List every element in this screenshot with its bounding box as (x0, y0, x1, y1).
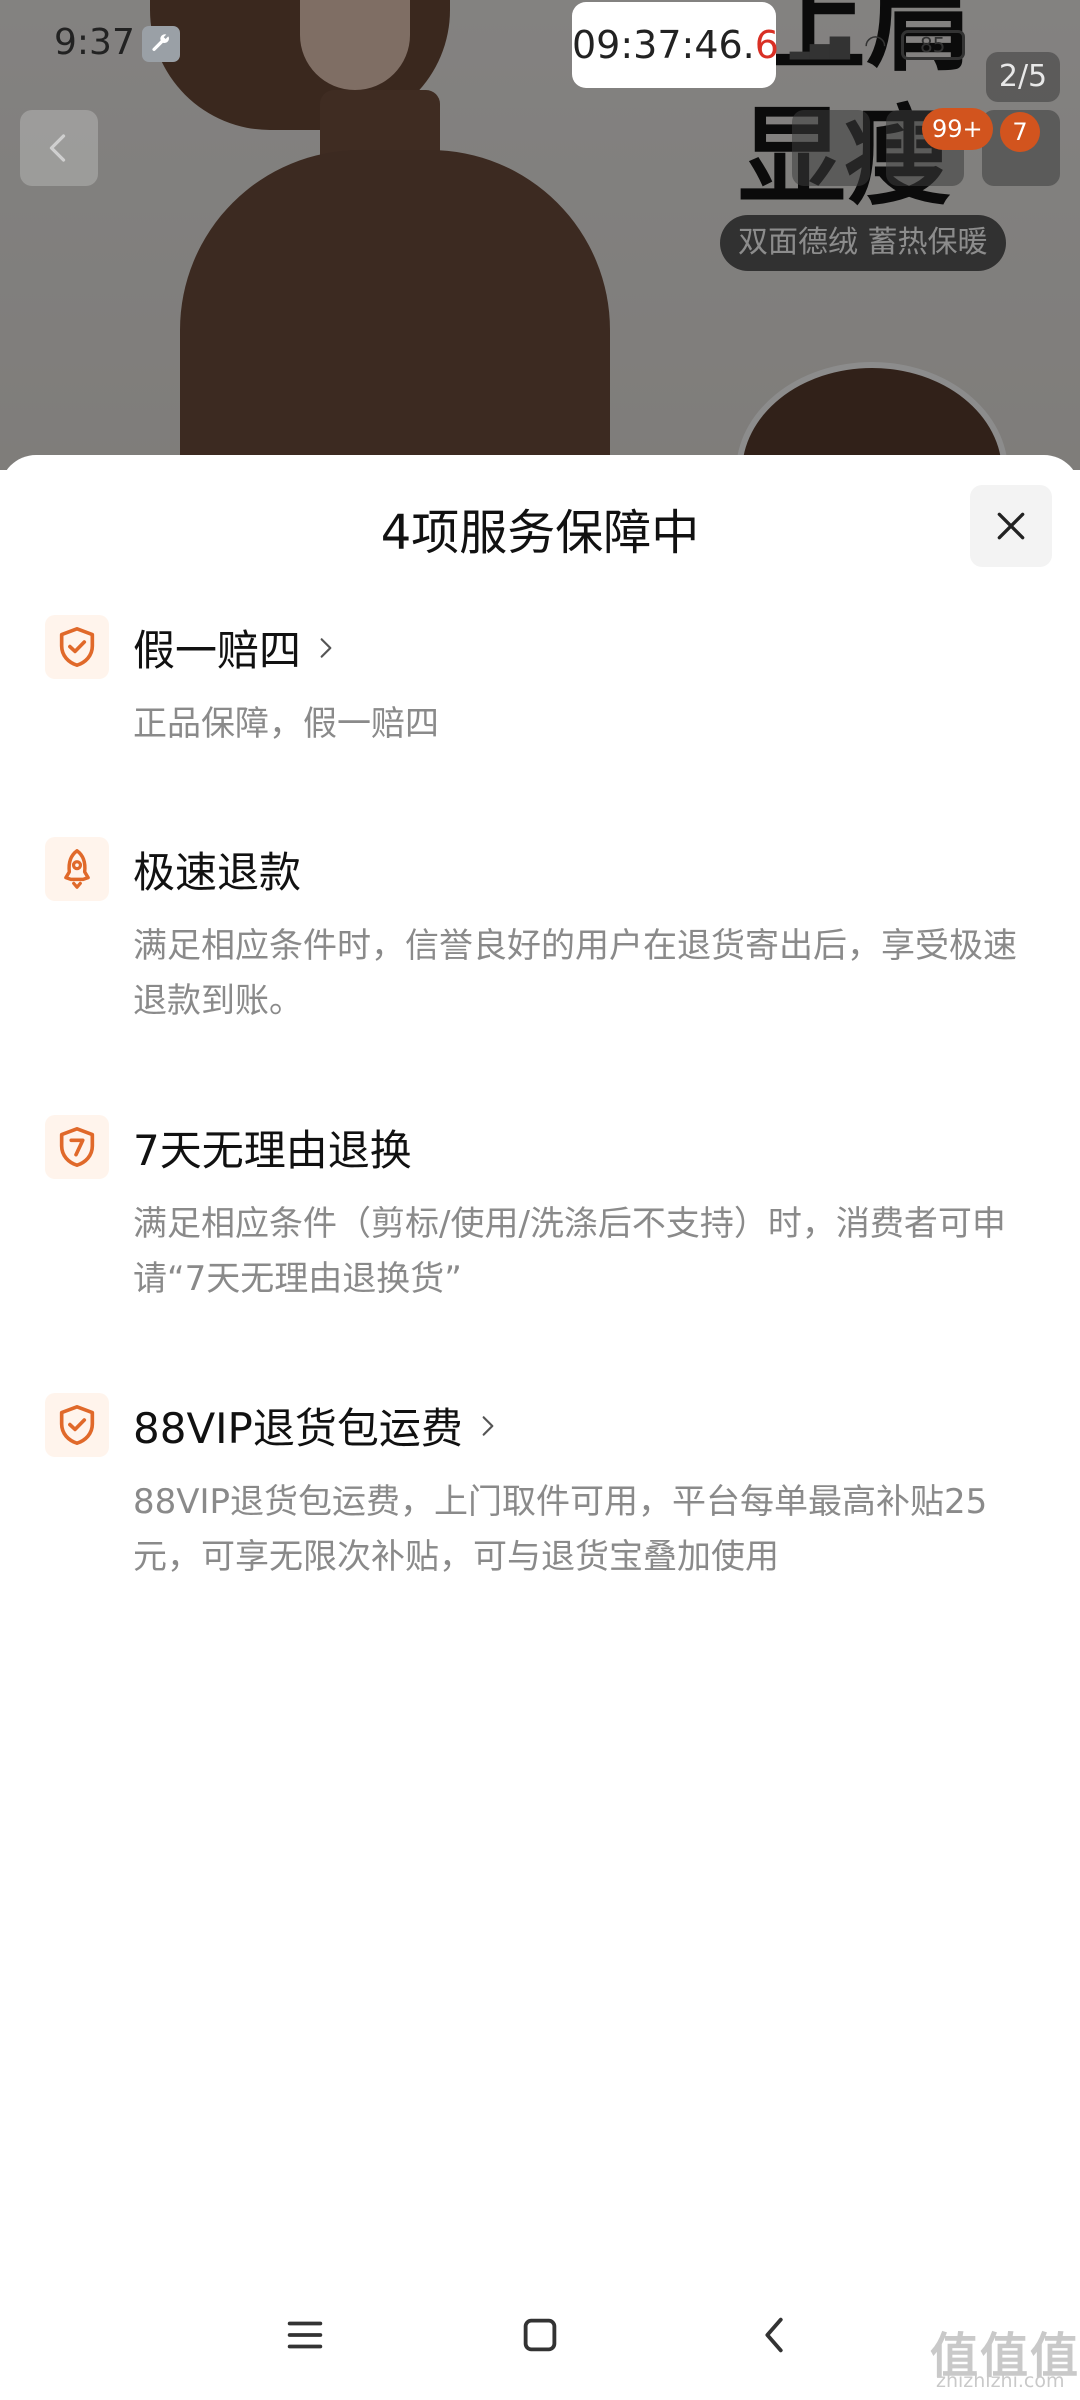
battery-icon: 85 (900, 30, 965, 60)
back-button[interactable] (20, 110, 98, 186)
shield-seven-icon (45, 1115, 109, 1179)
status-icons: ▂▄▆ ◠ 85 (790, 30, 965, 60)
home-button[interactable] (510, 2305, 570, 2365)
status-time: 9:37 (54, 22, 135, 63)
modal-backdrop[interactable] (0, 0, 1080, 470)
service-title-text: 假一赔四 (133, 626, 302, 675)
service-title-text: 极速退款 (133, 848, 302, 897)
shield-check-icon (45, 615, 109, 679)
service-guarantee-sheet: 4项服务保障中 假一赔四 正品保障，假一赔四 极速退款 满足相应条件时，信誉良好… (0, 455, 1080, 2400)
wrench-icon (142, 26, 180, 62)
service-title: 88VIP退货包运费 (133, 1395, 501, 1456)
product-image-background: 上肩 显瘦 双面德绒 蓄热保暖 99+ 7 2/5 9:37 ▂▄▆ ◠ 85 … (0, 0, 1080, 470)
rocket-icon (45, 837, 109, 901)
service-title: 7天无理由退换 (133, 1117, 412, 1178)
watermark-url: zhizhizhi.com (936, 2370, 1065, 2392)
service-title-text: 88VIP退货包运费 (133, 1404, 463, 1453)
chevron-right-icon (320, 637, 332, 658)
service-title: 极速退款 (133, 839, 301, 900)
menu-button[interactable] (275, 2305, 335, 2365)
service-description: 满足相应条件时，信誉良好的用户在退货寄出后，享受极速退款到账。 (133, 926, 1017, 1021)
service-title-text: 7天无理由退换 (133, 1126, 412, 1175)
clock-main: 09:37:46. (572, 23, 755, 67)
service-title: 假一赔四 (133, 617, 339, 678)
home-square-icon (523, 2318, 557, 2352)
service-description: 满足相应条件（剪标/使用/洗涤后不支持）时，消费者可申请“7天无理由退换货” (133, 1204, 1006, 1299)
service-description: 正品保障，假一赔四 (133, 704, 439, 744)
close-button[interactable] (970, 485, 1052, 567)
image-page-indicator: 2/5 (986, 52, 1060, 102)
cart-badge: 99+ (922, 108, 993, 150)
wifi-icon: ◠ (864, 30, 887, 60)
message-badge: 7 (1000, 112, 1040, 152)
system-back-button[interactable] (745, 2305, 805, 2365)
sheet-title: 4项服务保障中 (380, 505, 700, 561)
clock-overlay: 09:37:46.6 (572, 2, 779, 88)
chevron-left-icon (49, 134, 66, 162)
signal-icon: ▂▄▆ (790, 30, 850, 60)
menu-icon (287, 2321, 323, 2349)
back-arrow-icon (765, 2317, 783, 2353)
share-button[interactable] (792, 110, 870, 186)
close-icon (997, 512, 1025, 540)
service-description: 88VIP退货包运费，上门取件可用，平台每单最高补贴25元，可享无限次补贴，可与… (133, 1482, 988, 1577)
chevron-right-icon (482, 1415, 494, 1436)
clock-fraction: 6 (754, 23, 779, 67)
system-navigation-bar (0, 2280, 1080, 2390)
shield-check-icon (45, 1393, 109, 1457)
